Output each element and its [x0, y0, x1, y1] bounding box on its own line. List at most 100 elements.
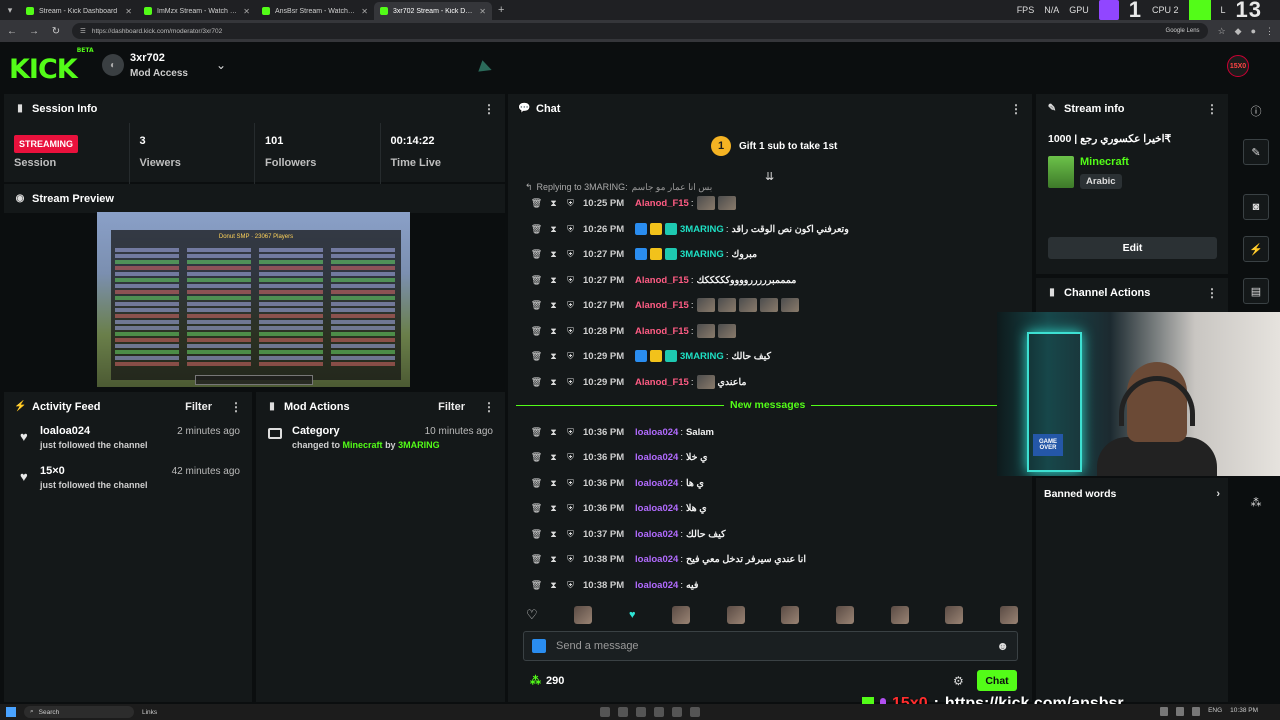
session-menu-dots-icon[interactable]: ⋮ — [483, 102, 495, 116]
message-username[interactable]: Alanod_F15 — [635, 377, 689, 388]
emote-button[interactable] — [999, 606, 1018, 624]
close-tab-icon[interactable]: ✕ — [361, 7, 368, 16]
pencil-icon[interactable]: ✎ — [1243, 139, 1269, 165]
ban-user-icon[interactable]: ⛨ — [562, 275, 579, 286]
message-username[interactable]: loaloa024 — [635, 580, 678, 591]
delete-message-icon[interactable]: 🗑 — [528, 377, 545, 388]
ban-user-icon[interactable]: ⛨ — [562, 478, 579, 489]
ban-user-icon[interactable]: ⛨ — [562, 377, 579, 388]
banned-words-row[interactable]: Banned words › — [1036, 480, 1228, 508]
camera-icon[interactable]: ◙ — [1243, 194, 1269, 220]
browser-tab-2[interactable]: ImMzx Stream - Watch Live on ✕ — [138, 2, 256, 20]
user-avatar[interactable]: 15X0 — [1227, 55, 1249, 77]
close-tab-icon[interactable]: ✕ — [243, 7, 250, 16]
timeout-user-icon[interactable]: ⧗ — [545, 224, 562, 235]
timeout-user-icon[interactable]: ⧗ — [545, 452, 562, 463]
ban-user-icon[interactable]: ⛨ — [562, 427, 579, 438]
ban-user-icon[interactable]: ⛨ — [562, 198, 579, 209]
mod-action-user[interactable]: 3MARING — [398, 440, 440, 450]
ban-user-icon[interactable]: ⛨ — [562, 554, 579, 565]
ban-user-icon[interactable]: ⛨ — [562, 326, 579, 337]
delete-message-icon[interactable]: 🗑 — [528, 198, 545, 209]
windows-start-icon[interactable] — [6, 707, 16, 717]
ban-user-icon[interactable]: ⛨ — [562, 580, 579, 591]
ban-user-icon[interactable]: ⛨ — [562, 503, 579, 514]
emoji-picker-icon[interactable]: ☻ — [996, 639, 1009, 653]
timeout-user-icon[interactable]: ⧗ — [545, 326, 562, 337]
timeout-user-icon[interactable]: ⧗ — [545, 198, 562, 209]
mod-action-game[interactable]: Minecraft — [343, 440, 383, 450]
kick-logo[interactable]: KICKBETA — [9, 47, 94, 85]
taskbar-links[interactable]: Links — [142, 709, 157, 716]
channel-actions-menu-dots-icon[interactable]: ⋮ — [1206, 286, 1218, 300]
message-username[interactable]: Alanod_F15 — [635, 275, 689, 286]
close-tab-icon[interactable]: ✕ — [479, 7, 486, 16]
language-indicator[interactable]: ENG — [1208, 707, 1222, 716]
mod-actions-filter-button[interactable]: Filter — [438, 401, 465, 413]
message-username[interactable]: loaloa024 — [635, 478, 678, 489]
message-username[interactable]: loaloa024 — [635, 452, 678, 463]
emote-button[interactable] — [574, 606, 593, 624]
browser-tab-1[interactable]: Stream - Kick Dashboard ✕ — [20, 2, 138, 20]
message-username[interactable]: Alanod_F15 — [635, 326, 689, 337]
channel-switch-chevron-down-icon[interactable]: ⌄ — [216, 58, 226, 72]
timeout-user-icon[interactable]: ⧗ — [545, 478, 562, 489]
chat-settings-gear-icon[interactable]: ⚙ — [953, 674, 964, 688]
emote-button[interactable] — [672, 606, 691, 624]
delete-message-icon[interactable]: 🗑 — [528, 224, 545, 235]
tray-icon[interactable] — [1192, 707, 1201, 716]
back-arrow-icon[interactable]: ← — [6, 26, 18, 37]
delete-message-icon[interactable]: 🗑 — [528, 249, 545, 260]
delete-message-icon[interactable]: 🗑 — [528, 529, 545, 540]
timeout-user-icon[interactable]: ⧗ — [545, 529, 562, 540]
users-icon[interactable]: ⁂ — [1243, 489, 1269, 515]
mod-actions-menu-dots-icon[interactable]: ⋮ — [483, 400, 495, 414]
forward-arrow-icon[interactable]: → — [28, 26, 40, 37]
tray-icon[interactable] — [1160, 707, 1169, 716]
message-username[interactable]: loaloa024 — [635, 427, 678, 438]
delete-message-icon[interactable]: 🗑 — [528, 351, 545, 362]
delete-message-icon[interactable]: 🗑 — [528, 580, 545, 591]
ban-user-icon[interactable]: ⛨ — [562, 249, 579, 260]
timeout-user-icon[interactable]: ⧗ — [545, 427, 562, 438]
message-username[interactable]: loaloa024 — [635, 529, 678, 540]
delete-message-icon[interactable]: 🗑 — [528, 478, 545, 489]
chat-message-input[interactable] — [556, 640, 987, 652]
browser-icon[interactable] — [654, 707, 664, 717]
ban-user-icon[interactable]: ⛨ — [562, 351, 579, 362]
ban-user-icon[interactable]: ⛨ — [562, 224, 579, 235]
clipboard-icon[interactable]: ▤ — [1243, 278, 1269, 304]
message-username[interactable]: Alanod_F15 — [635, 300, 689, 311]
gift-sub-pinned[interactable]: 1 Gift 1 sub to take 1st — [711, 136, 837, 156]
stream-preview-video[interactable]: Donut SMP · 23067 Players — [97, 212, 410, 387]
delete-message-icon[interactable]: 🗑 — [528, 275, 545, 286]
app-icon[interactable] — [690, 707, 700, 717]
browser-tab-3[interactable]: AnsBsr Stream - Watch Live ✕ — [256, 2, 374, 20]
delete-message-icon[interactable]: 🗑 — [528, 300, 545, 311]
scroll-to-bottom-icon[interactable]: ⇊ — [765, 170, 774, 183]
new-tab-icon[interactable]: + — [498, 4, 504, 16]
info-icon[interactable]: ⓘ — [1243, 98, 1269, 124]
ban-user-icon[interactable]: ⛨ — [562, 300, 579, 311]
app-icon[interactable] — [672, 707, 682, 717]
app-icon[interactable] — [636, 707, 646, 717]
stream-info-menu-dots-icon[interactable]: ⋮ — [1206, 102, 1218, 116]
emote-button[interactable] — [781, 606, 800, 624]
cyan-heart-emote-icon[interactable]: ♥ — [629, 609, 636, 621]
delete-message-icon[interactable]: 🗑 — [528, 326, 545, 337]
send-chat-button[interactable]: Chat — [977, 670, 1017, 691]
delete-message-icon[interactable]: 🗑 — [528, 554, 545, 565]
message-username[interactable]: loaloa024 — [635, 503, 678, 514]
timeout-user-icon[interactable]: ⧗ — [545, 377, 562, 388]
url-field[interactable]: ☰ https://dashboard.kick.com/moderator/3… — [72, 23, 1208, 39]
emote-button[interactable] — [836, 606, 855, 624]
browser-tab-4-active[interactable]: 3xr702 Stream - Kick Dashboard ✕ — [374, 2, 492, 20]
emote-button[interactable] — [945, 606, 964, 624]
menu-dots-icon[interactable]: ⋮ — [1265, 26, 1274, 37]
activity-menu-dots-icon[interactable]: ⋮ — [230, 400, 242, 414]
edit-stream-info-button[interactable]: Edit — [1048, 237, 1217, 259]
timeout-user-icon[interactable]: ⧗ — [545, 554, 562, 565]
timeout-user-icon[interactable]: ⧗ — [545, 580, 562, 591]
activity-filter-button[interactable]: Filter — [185, 401, 212, 413]
delete-message-icon[interactable]: 🗑 — [528, 427, 545, 438]
